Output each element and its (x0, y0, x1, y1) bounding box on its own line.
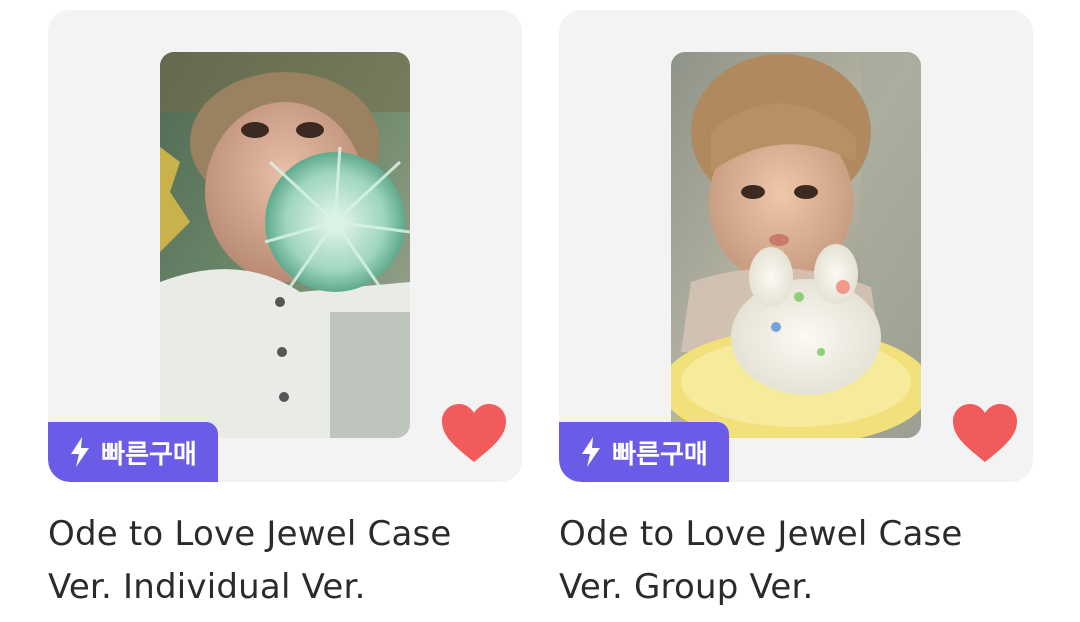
photocard-image (160, 52, 410, 438)
photocard-image (671, 52, 921, 438)
product-card[interactable]: 빠른구매 Ode to Love Jewel Case Ver. Group V… (559, 0, 1033, 622)
product-grid: 빠른구매 Ode to Love Jewel Case Ver. Individ… (0, 0, 1080, 622)
quick-buy-badge: 빠른구매 (559, 422, 729, 482)
product-title-line: Ver. Group Ver. (559, 567, 814, 607)
product-thumbnail[interactable]: 빠른구매 (559, 10, 1033, 482)
heart-icon[interactable] (440, 402, 508, 464)
product-thumbnail[interactable]: 빠른구매 (48, 10, 522, 482)
heart-icon[interactable] (951, 402, 1019, 464)
quick-buy-label: 빠른구매 (612, 439, 708, 470)
product-title-line: Ode to Love Jewel Case (48, 514, 452, 554)
product-title-line: Ver. Individual Ver. (48, 567, 366, 607)
product-title-line: Ode to Love Jewel Case (559, 514, 963, 554)
product-title[interactable]: Ode to Love Jewel Case Ver. Individual V… (48, 508, 522, 614)
product-title[interactable]: Ode to Love Jewel Case Ver. Group Ver. (559, 508, 1033, 614)
product-card[interactable]: 빠른구매 Ode to Love Jewel Case Ver. Individ… (48, 0, 522, 622)
lightning-bolt-icon (582, 437, 601, 467)
quick-buy-badge: 빠른구매 (48, 422, 218, 482)
quick-buy-label: 빠른구매 (101, 439, 197, 470)
lightning-bolt-icon (71, 437, 90, 467)
